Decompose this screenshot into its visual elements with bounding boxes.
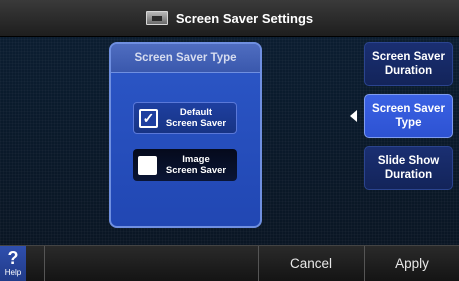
button-label-line1: Slide Show xyxy=(377,155,440,167)
checkbox-checked-icon[interactable]: ✓ xyxy=(139,108,158,128)
screen-icon xyxy=(145,11,168,25)
screen-saver-type-panel: Screen Saver Type ✓ Default Screen Saver… xyxy=(109,42,262,228)
question-mark-icon: ? xyxy=(7,248,19,268)
option-label: Default Screen Saver xyxy=(158,107,236,129)
image-screen-saver-option[interactable]: Image Screen Saver xyxy=(133,149,237,181)
slide-show-duration-button[interactable]: Slide Show Duration xyxy=(364,146,453,190)
option-label-line2: Screen Saver xyxy=(165,118,227,129)
help-button[interactable]: ? Help xyxy=(0,246,26,281)
default-screen-saver-option[interactable]: ✓ Default Screen Saver xyxy=(133,102,237,134)
screen: Screen Saver Settings Screen Saver Type … xyxy=(0,0,459,281)
checkbox-unchecked-icon[interactable] xyxy=(138,155,157,175)
button-label-line2: Type xyxy=(395,117,422,129)
button-label-line1: Screen Saver xyxy=(372,103,445,115)
panel-header: Screen Saver Type xyxy=(111,44,260,73)
screen-saver-type-button[interactable]: Screen Saver Type xyxy=(364,94,453,138)
divider xyxy=(44,246,45,281)
title-bar: Screen Saver Settings xyxy=(0,0,459,37)
option-label-line1: Default xyxy=(179,107,213,118)
apply-button[interactable]: Apply xyxy=(365,246,459,281)
option-label-line1: Image xyxy=(182,154,210,165)
page-title: Screen Saver Settings xyxy=(175,10,314,26)
screen-saver-duration-button[interactable]: Screen Saver Duration xyxy=(364,42,453,86)
selection-pointer-icon xyxy=(350,110,357,122)
bottom-bar: ? Help Cancel Apply xyxy=(0,245,459,281)
button-label-line2: Duration xyxy=(384,169,433,181)
button-label-line1: Screen Saver xyxy=(372,51,445,63)
option-label: Image Screen Saver xyxy=(157,154,237,176)
cancel-button[interactable]: Cancel xyxy=(259,246,363,281)
help-label: Help xyxy=(4,268,22,277)
option-label-line2: Screen Saver xyxy=(165,165,227,176)
button-label-line2: Duration xyxy=(384,65,433,77)
